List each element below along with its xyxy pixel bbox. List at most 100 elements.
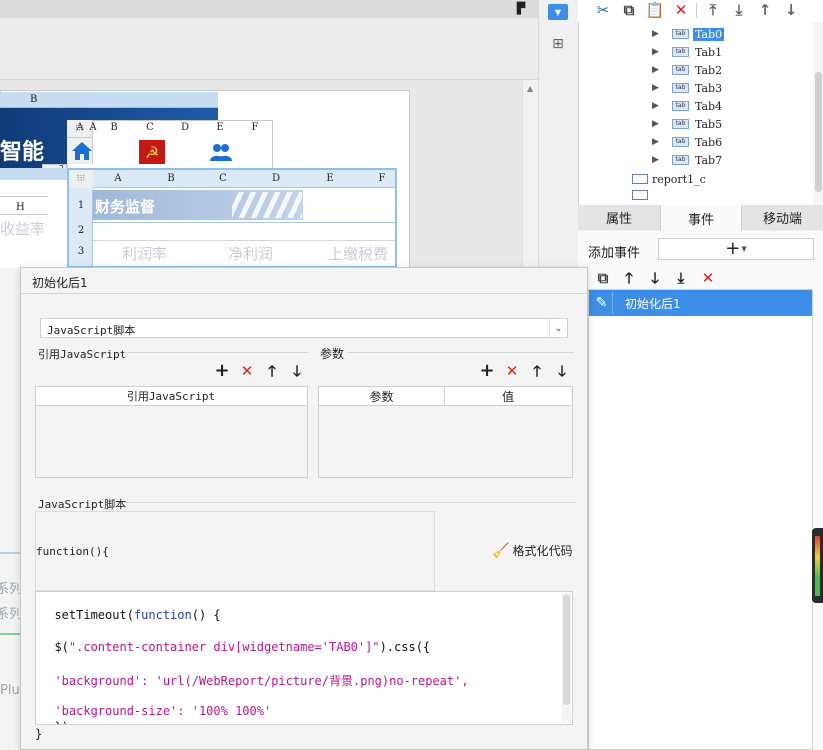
delete-param-icon[interactable]: ✕ xyxy=(503,362,521,380)
side-text-1: 系列 xyxy=(0,582,23,597)
delete-event-icon[interactable]: ✕ xyxy=(699,269,717,287)
broom-icon: 🧹 xyxy=(492,542,510,559)
paste-icon[interactable]: 📋 xyxy=(646,1,665,19)
event-bottom-icon[interactable]: ⤓ xyxy=(672,269,690,287)
toolbar-separator xyxy=(696,3,697,18)
code-keyword: function xyxy=(133,608,192,622)
tree-item-tab1[interactable]: ▶ tab Tab1 xyxy=(652,43,724,61)
ref-up-icon[interactable]: 🡑 xyxy=(263,362,281,380)
param-down-icon[interactable]: 🡓 xyxy=(553,362,571,380)
script-section-line xyxy=(124,502,576,503)
tab-icon: tab xyxy=(672,47,689,57)
grid1-col-f: F xyxy=(251,122,259,133)
tree-item-tab3[interactable]: ▶ tab Tab3 xyxy=(652,79,724,97)
grid2-col-e: E xyxy=(326,173,334,184)
code-line-1[interactable]: setTimeout(function() { xyxy=(40,594,221,622)
ref-js-header: 引用JavaScript xyxy=(36,387,306,406)
tree-item-tab2[interactable]: ▶ tab Tab2 xyxy=(652,61,724,79)
add-ref-icon[interactable]: + xyxy=(213,362,231,380)
code-token: setTimeout( xyxy=(54,608,134,622)
param-up-icon[interactable]: 🡑 xyxy=(528,362,546,380)
code-line-5[interactable]: }) xyxy=(40,718,68,724)
level-meter xyxy=(812,528,823,603)
delete-icon[interactable]: ✕ xyxy=(672,1,690,19)
event-item-selected[interactable]: ✎ 初始化后1 xyxy=(589,290,812,316)
param-section-line xyxy=(348,352,574,353)
code-string: ".content-container div[widgetname='TAB0… xyxy=(68,640,380,654)
code-token: $( xyxy=(54,640,69,654)
format-code-button[interactable]: 🧹 格式化代码 xyxy=(492,542,572,559)
event-up-icon[interactable]: 🡑 xyxy=(620,269,638,287)
tree-item-tab4[interactable]: ▶ tab Tab4 xyxy=(652,97,724,115)
code-scrollbar[interactable] xyxy=(562,593,571,723)
code-token: ).css({ xyxy=(379,640,431,654)
grid2-row-2: 2 xyxy=(77,225,85,236)
tree-scrollbar[interactable] xyxy=(813,22,823,205)
expand-arrow-icon[interactable]: ▶ xyxy=(652,119,672,129)
dock-menu-icon[interactable]: ▛ xyxy=(512,0,530,16)
expand-arrow-icon[interactable]: ▶ xyxy=(652,137,672,147)
left-text-1: 收益率 xyxy=(0,220,46,238)
ref-down-icon[interactable]: 🡓 xyxy=(288,362,306,380)
add-event-label: 添加事件 xyxy=(588,246,641,261)
event-list xyxy=(588,289,813,750)
grid2-row-1: 1 xyxy=(77,200,85,211)
scroll-up-arrow-icon: ▲ xyxy=(527,84,534,93)
tree-item-label: Tab5 xyxy=(695,117,723,131)
grid1-col-b: B xyxy=(110,122,118,133)
expand-arrow-icon[interactable]: ▶ xyxy=(652,65,672,75)
tree-item-tab6[interactable]: ▶ tab Tab6 xyxy=(652,133,724,151)
tab-icon: tab xyxy=(672,119,689,129)
scrollbar-right[interactable]: ▲ xyxy=(522,80,538,290)
expand-arrow-icon[interactable]: ▶ xyxy=(652,101,672,111)
tab-label: 属性 xyxy=(605,212,632,227)
code-line-3[interactable]: 'background': 'url(/WebReport/picture/背景… xyxy=(40,658,468,689)
left-col-h: H xyxy=(16,202,25,213)
tree-item-label: Tab7 xyxy=(695,153,723,167)
param-header-name: 参数 xyxy=(319,387,445,406)
tab-mobile[interactable]: 移动端 xyxy=(742,205,823,230)
tree-item-tab0[interactable]: ▶ tab Tab0 xyxy=(652,25,725,43)
tab-icon: tab xyxy=(672,29,689,39)
expand-arrow-icon[interactable]: ▶ xyxy=(652,83,672,93)
copy-icon[interactable]: ⧉ xyxy=(620,1,638,19)
expand-arrow-icon[interactable]: ▶ xyxy=(652,47,672,57)
code-line-4[interactable]: 'background-size': '100% 100%' xyxy=(40,690,271,718)
move-up-icon[interactable]: ↑ xyxy=(756,1,774,19)
tree-item-label: Tab0 xyxy=(693,27,725,41)
layout-icon[interactable]: ⊞ xyxy=(549,35,567,53)
grid2-corner: ⁝⁝⁝ xyxy=(69,170,93,188)
side-text-2: 系列 xyxy=(0,607,23,622)
move-bottom-icon[interactable]: ⤓ xyxy=(730,1,748,19)
tree-scroll-thumb[interactable] xyxy=(815,72,822,192)
move-top-icon[interactable]: ⤒ xyxy=(704,1,722,19)
expand-arrow-icon[interactable]: ▶ xyxy=(652,155,672,165)
tree-item-partial xyxy=(632,190,648,200)
event-down-icon[interactable]: 🡓 xyxy=(646,269,664,287)
move-down-icon[interactable]: ↓ xyxy=(782,1,800,19)
tree-item-tab5[interactable]: ▶ tab Tab5 xyxy=(652,115,724,133)
script-type-select[interactable]: JavaScript脚本 ⌄ xyxy=(40,318,568,338)
code-token: () { xyxy=(191,608,221,622)
add-param-icon[interactable]: + xyxy=(478,362,496,380)
home-icon xyxy=(70,140,94,162)
tab-properties[interactable]: 属性 xyxy=(578,205,660,230)
tab-events[interactable]: 事件 xyxy=(660,205,742,231)
add-event-button[interactable]: + ▼ xyxy=(658,238,814,260)
code-scroll-thumb[interactable] xyxy=(563,595,570,705)
delete-ref-icon[interactable]: ✕ xyxy=(238,362,256,380)
grid2-row-3: 3 xyxy=(77,246,85,257)
code-line-2[interactable]: $(".content-container div[widgetname='TA… xyxy=(40,626,430,654)
tree-item-report[interactable]: report1_c xyxy=(632,170,706,188)
tree-item-label: Tab3 xyxy=(695,81,723,95)
cut-icon[interactable]: ✂ xyxy=(594,1,612,19)
expand-arrow-icon[interactable]: ▶ xyxy=(652,29,672,39)
tree-item-label: Tab6 xyxy=(695,135,723,149)
tree-item-tab7[interactable]: ▶ tab Tab7 xyxy=(652,151,724,169)
edit-pencil-icon: ✎ xyxy=(591,292,613,314)
select-arrow[interactable]: ⌄ xyxy=(549,319,567,337)
copy-event-icon[interactable]: ⧉ xyxy=(594,269,612,287)
side-dropdown-button[interactable]: ▼ xyxy=(548,4,568,20)
tree-item-label: Tab4 xyxy=(695,99,723,113)
tab-icon: tab xyxy=(672,65,689,75)
